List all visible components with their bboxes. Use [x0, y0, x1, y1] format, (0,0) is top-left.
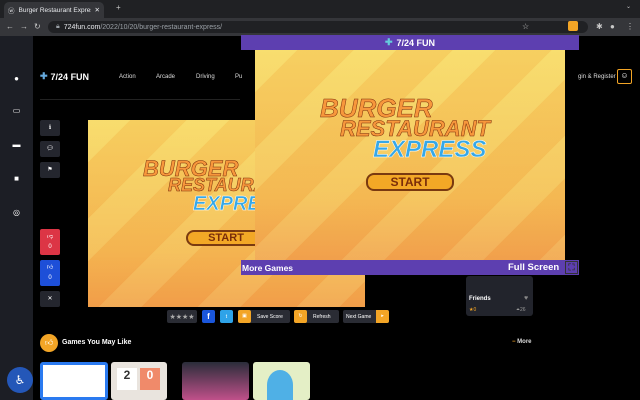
logo-shapes-icon: ✚	[40, 71, 48, 81]
back-icon[interactable]: ←	[6, 22, 14, 31]
tile-0: 0	[140, 368, 160, 390]
card-plays: ⏶26	[516, 307, 526, 313]
game-card-friends[interactable]: Friends ♥ ★0 ⏶26	[466, 276, 533, 316]
divider	[40, 99, 240, 100]
more-label: More	[517, 339, 532, 345]
dislike-button[interactable]: 👎︎ 0	[40, 229, 60, 255]
user-avatar-icon[interactable]: ☺	[617, 69, 632, 84]
extension-game-icon[interactable]	[568, 21, 578, 31]
target-icon[interactable]: ◎	[11, 208, 22, 217]
logo-text: 7/24 FUN	[50, 71, 90, 82]
more-games-link[interactable]: More Games	[242, 263, 293, 273]
next-game-label: Next Game	[346, 313, 372, 320]
login-register-link[interactable]: gin & Register	[578, 74, 616, 80]
dislike-count: 0	[48, 244, 52, 250]
heart-icon[interactable]: ♥	[524, 295, 528, 302]
next-game-button[interactable]: Next Game ▸	[343, 310, 389, 323]
game-thumb-4[interactable]	[253, 362, 310, 400]
card-star-count: 0	[473, 307, 477, 313]
left-sidebar: ● ▭ ▬ ■ ◎ ♿︎	[0, 36, 33, 400]
card-title: Friends	[469, 296, 491, 302]
thumbs-up-icon: 👍︎	[46, 265, 54, 271]
browser-tab[interactable]: ⓦ Burger Restaurant Express – 7/24 ✕	[4, 2, 104, 18]
facebook-share-button[interactable]: f	[202, 310, 215, 323]
nav-puzzle[interactable]: Pu	[235, 74, 242, 80]
wordpress-icon: ⓦ	[8, 8, 15, 15]
profile-icon[interactable]: ●	[610, 22, 615, 31]
url-path: /2022/10/20/burger-restaurant-express/	[100, 23, 223, 31]
popup-start-button[interactable]: START	[366, 173, 454, 191]
start-button[interactable]: START	[186, 230, 266, 246]
game-thumb-2[interactable]: 20	[111, 362, 167, 400]
new-tab-button[interactable]: +	[116, 3, 121, 12]
rating-stars[interactable]: ★★★★	[167, 310, 197, 323]
game-thumb-3[interactable]	[182, 362, 249, 400]
forward-icon[interactable]: →	[20, 22, 28, 31]
game-thumb-1[interactable]	[40, 362, 108, 400]
comment-button[interactable]: 💬︎	[40, 141, 60, 157]
popup-game-frame[interactable]: BURGER RESTAURANT EXPRESS START	[255, 50, 565, 260]
card-stars: ★0	[469, 307, 477, 313]
fullscreen-toggle-button[interactable]: ✕	[40, 291, 60, 307]
popup-footer: More Games Full Screen ⛶	[241, 260, 579, 275]
info-button[interactable]: ℹ	[40, 120, 60, 136]
menu-icon[interactable]: ⋮	[626, 22, 634, 31]
save-score-label: Save Score	[257, 313, 283, 320]
popup-header: ✚ 7/24 FUN	[241, 35, 579, 50]
site-logo[interactable]: ✚ 7/24 FUN	[40, 71, 89, 82]
like-count: 0	[48, 275, 52, 281]
more-link[interactable]: − More	[512, 339, 532, 345]
accessibility-icon[interactable]: ♿︎	[7, 367, 33, 393]
nav-driving[interactable]: Driving	[196, 74, 215, 80]
close-tab-icon[interactable]: ✕	[95, 6, 100, 14]
tab-search-icon[interactable]: ⌄	[626, 3, 631, 10]
nav-arcade[interactable]: Arcade	[156, 74, 175, 80]
popup-logo: 7/24 FUN	[396, 37, 436, 48]
url-input[interactable]: 🔒︎ 724fun.com/2022/10/20/burger-restaura…	[48, 21, 588, 33]
refresh-label: Refresh	[313, 313, 331, 320]
extensions-icon[interactable]: ✱	[596, 22, 603, 31]
car-icon[interactable]: ▬	[11, 140, 22, 149]
tile-2: 2	[117, 368, 137, 390]
report-button[interactable]: ⚑	[40, 162, 60, 178]
like-button[interactable]: 👍︎ 0	[40, 260, 60, 286]
card-play-count: 26	[520, 307, 526, 313]
full-screen-button[interactable]: Full Screen	[508, 262, 559, 273]
next-arrow-icon: ▸	[376, 310, 389, 323]
tab-title: Burger Restaurant Express – 7/24	[18, 6, 91, 14]
lock-icon: 🔒︎	[56, 23, 60, 30]
tab-bar: ⓦ Burger Restaurant Express – 7/24 ✕ + ⌄	[0, 0, 640, 18]
nav-action[interactable]: Action	[119, 74, 136, 80]
bomb-icon[interactable]: ●	[11, 74, 22, 83]
puzzle-icon[interactable]: ■	[11, 174, 22, 183]
thumbs-down-icon: 👎︎	[46, 234, 54, 240]
thumbs-up-section-icon: 👍︎	[40, 334, 58, 352]
url-domain: 724fun.com	[63, 23, 101, 31]
popup-game-title-3: EXPRESS	[373, 136, 487, 163]
bird-character	[267, 370, 293, 400]
section-title: Games You May Like	[62, 339, 132, 346]
gamepad-icon[interactable]: ▭	[11, 106, 22, 115]
refresh-button[interactable]: ↻ Refresh	[294, 310, 339, 323]
save-icon: ▣	[238, 310, 251, 323]
bookmark-star-icon[interactable]: ☆	[522, 22, 529, 31]
fullscreen-icon[interactable]: ⛶	[565, 261, 578, 274]
refresh-icon: ↻	[294, 310, 307, 323]
save-score-button[interactable]: ▣ Save Score	[238, 310, 290, 323]
reload-icon[interactable]: ↻	[34, 22, 41, 31]
logo-shapes-icon: ✚	[384, 37, 393, 47]
twitter-share-button[interactable]: t	[220, 310, 233, 323]
